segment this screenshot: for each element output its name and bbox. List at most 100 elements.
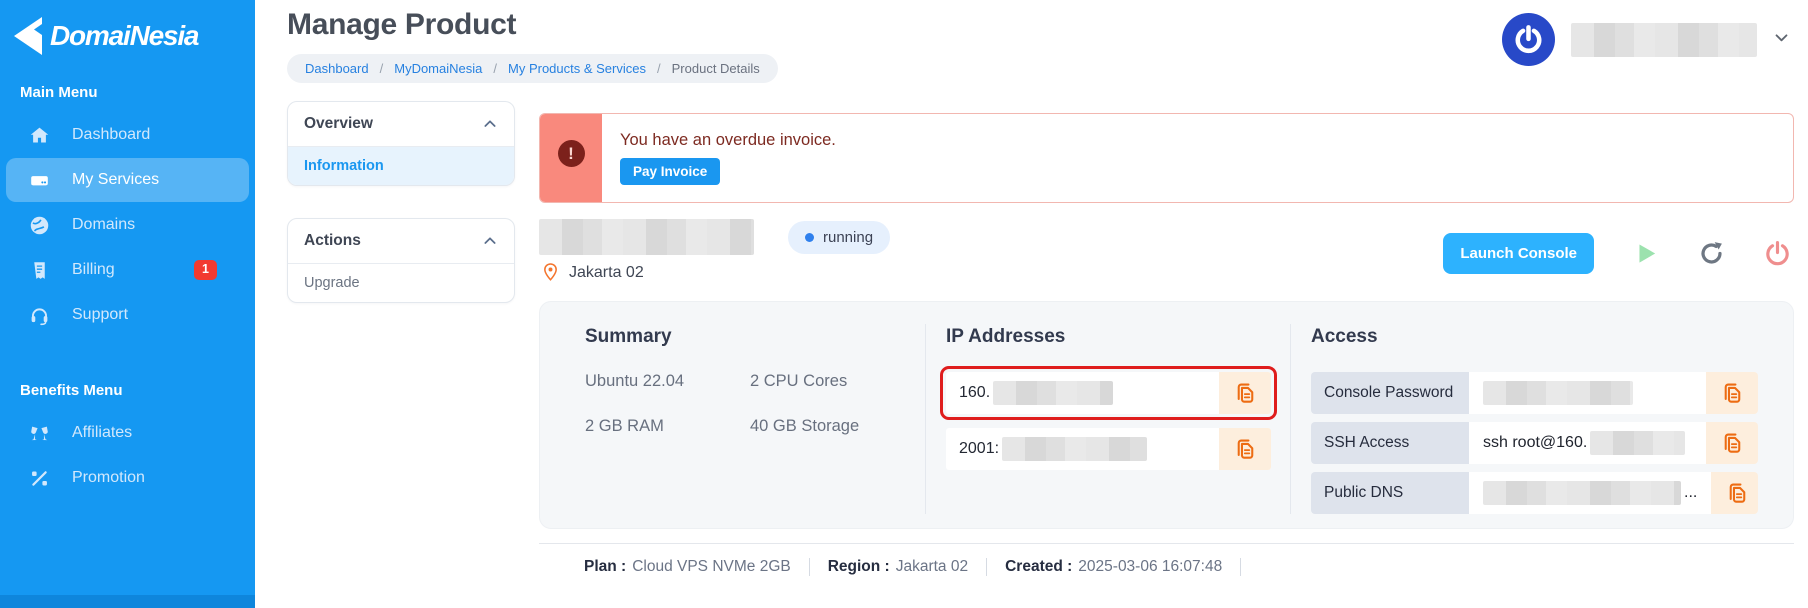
benefits-menu-header: Benefits Menu — [0, 338, 255, 411]
server-name-row: running — [539, 219, 890, 255]
launch-console-button[interactable]: Launch Console — [1443, 233, 1594, 274]
copy-icon — [1719, 380, 1745, 406]
server-header-row: running Jakarta 02 Launch Console — [539, 219, 1794, 283]
product-detail-card: Summary Ubuntu 22.04 2 CPU Cores 2 GB RA… — [539, 301, 1794, 529]
ssh-access-value: ssh root@160. — [1469, 422, 1706, 464]
sidebar-item-promotion[interactable]: Promotion — [6, 456, 249, 500]
logo-arrow-icon — [12, 16, 46, 56]
summary-ram: 2 GB RAM — [585, 417, 750, 436]
refresh-icon[interactable] — [1697, 239, 1726, 268]
copy-icon — [1724, 480, 1750, 506]
app-root: DomaiNesia Main Menu Dashboard My Servic… — [0, 0, 1808, 608]
summary-storage: 40 GB Storage — [750, 417, 925, 436]
created-label: Created : — [1005, 558, 1072, 576]
main-content: Manage Product Dashboard / MyDomaiNesia … — [255, 0, 1808, 608]
console-password-row: Console Password — [1311, 372, 1758, 414]
sidebar-item-support[interactable]: Support — [6, 293, 249, 337]
ssh-access-label: SSH Access — [1311, 422, 1469, 464]
percent-icon — [28, 467, 50, 489]
server-actions: Launch Console — [1443, 219, 1794, 283]
billing-badge: 1 — [194, 260, 217, 280]
sidebar-item-my-services[interactable]: My Services — [6, 158, 249, 202]
sidebar-item-billing[interactable]: Billing 1 — [6, 248, 249, 292]
domainesia-logo[interactable]: DomaiNesia — [0, 0, 255, 56]
region-segment: Region : Jakarta 02 — [828, 558, 987, 576]
server-location-label: Jakarta 02 — [569, 264, 644, 282]
plan-value: Cloud VPS NVMe 2GB — [632, 558, 791, 576]
server-identity: running Jakarta 02 — [539, 219, 890, 283]
actions-panel: Actions Upgrade — [287, 218, 515, 303]
sidebar-item-label: Affiliates — [72, 424, 132, 442]
sidebar-item-label: Domains — [72, 216, 135, 234]
breadcrumb: Dashboard / MyDomaiNesia / My Products &… — [287, 54, 778, 83]
user-menu[interactable] — [1502, 13, 1790, 66]
copy-ipv4-button[interactable] — [1219, 372, 1271, 414]
copy-ssh-button[interactable] — [1706, 422, 1758, 464]
console-password-label: Console Password — [1311, 372, 1469, 414]
power-logo-icon — [1513, 24, 1544, 55]
alert-message: You have an overdue invoice. — [620, 131, 836, 150]
breadcrumb-mydomainesia[interactable]: MyDomaiNesia — [394, 61, 482, 76]
server-name-redacted — [539, 219, 754, 255]
actions-panel-header[interactable]: Actions — [288, 219, 514, 264]
console-password-value — [1469, 372, 1706, 414]
breadcrumb-separator: / — [380, 61, 384, 76]
copy-console-password-button[interactable] — [1706, 372, 1758, 414]
breadcrumb-dashboard[interactable]: Dashboard — [305, 61, 369, 76]
map-pin-icon — [542, 262, 559, 283]
benefits-menu-list: Affiliates Promotion — [0, 411, 255, 500]
overview-panel-header[interactable]: Overview — [288, 102, 514, 147]
left-column: Overview Information Actions Upgrade — [287, 101, 515, 576]
home-icon — [28, 124, 50, 146]
sidebar-item-domains[interactable]: Domains — [6, 203, 249, 247]
power-icon[interactable] — [1763, 239, 1792, 268]
region-label: Region : — [828, 558, 890, 576]
panel-item-upgrade[interactable]: Upgrade — [288, 264, 514, 302]
alert-body: You have an overdue invoice. Pay Invoice — [602, 114, 836, 202]
sidebar-item-dashboard[interactable]: Dashboard — [6, 113, 249, 157]
pay-invoice-button[interactable]: Pay Invoice — [620, 158, 720, 185]
content-area: Overview Information Actions Upgrade — [287, 101, 1794, 576]
public-dns-redacted — [1483, 481, 1681, 505]
sidebar-bottom-strip — [0, 595, 255, 608]
server-location: Jakarta 02 — [539, 262, 890, 283]
summary-os: Ubuntu 22.04 — [585, 372, 750, 391]
cheers-icon — [28, 422, 50, 444]
right-column: ! You have an overdue invoice. Pay Invoi… — [539, 101, 1794, 576]
play-icon[interactable] — [1631, 239, 1660, 268]
region-value: Jakarta 02 — [896, 558, 968, 576]
plan-label: Plan : — [584, 558, 626, 576]
overview-panel: Overview Information — [287, 101, 515, 186]
ipv4-redacted — [993, 381, 1113, 405]
status-dot-icon — [805, 233, 814, 242]
copy-ipv6-button[interactable] — [1219, 428, 1271, 470]
access-section: Access Console Password SSH Access — [1290, 324, 1793, 514]
sidebar-item-affiliates[interactable]: Affiliates — [6, 411, 249, 455]
avatar — [1502, 13, 1555, 66]
alert-icon-block: ! — [540, 114, 602, 202]
summary-title: Summary — [585, 326, 925, 348]
ipv4-row: 160. — [946, 372, 1271, 414]
ipv6-prefix: 2001: — [959, 440, 999, 458]
username-redacted — [1571, 23, 1757, 57]
ip-addresses-section: IP Addresses 160. — [925, 324, 1290, 514]
summary-cpu: 2 CPU Cores — [750, 372, 925, 391]
breadcrumb-separator: / — [493, 61, 497, 76]
access-title: Access — [1311, 326, 1793, 348]
overdue-invoice-alert: ! You have an overdue invoice. Pay Invoi… — [539, 113, 1794, 203]
globe-icon — [28, 214, 50, 236]
sidebar: DomaiNesia Main Menu Dashboard My Servic… — [0, 0, 255, 608]
created-segment: Created : 2025-03-06 16:07:48 — [1005, 558, 1241, 576]
copy-public-dns-button[interactable] — [1711, 472, 1758, 514]
status-label: running — [823, 229, 873, 246]
receipt-icon — [28, 259, 50, 281]
breadcrumb-my-products-services[interactable]: My Products & Services — [508, 61, 646, 76]
status-badge: running — [788, 221, 890, 254]
sidebar-item-label: Support — [72, 306, 128, 324]
main-menu-header: Main Menu — [0, 56, 255, 113]
sidebar-item-label: Billing — [72, 261, 115, 279]
chevron-up-icon — [482, 233, 498, 249]
panel-item-information[interactable]: Information — [288, 147, 514, 185]
ipv6-row: 2001: — [946, 428, 1271, 470]
ssh-access-row: SSH Access ssh root@160. — [1311, 422, 1758, 464]
